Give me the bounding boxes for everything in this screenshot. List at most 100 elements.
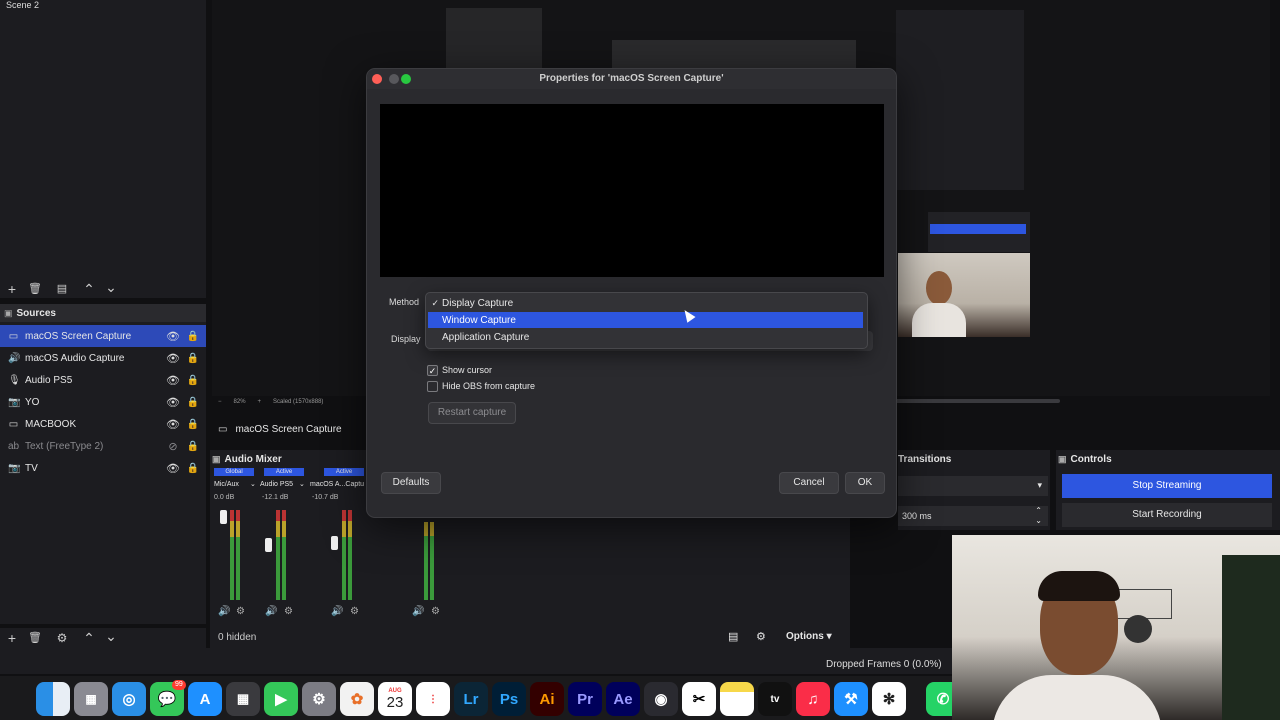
ok-button[interactable]: OK — [845, 472, 885, 494]
photos-icon[interactable]: ✿ — [340, 682, 374, 716]
calculator-icon[interactable]: ▦ — [226, 682, 260, 716]
layout-icon[interactable]: ▤ — [728, 630, 738, 643]
preview-controls-thumb — [928, 212, 1030, 252]
gear-link-icon[interactable]: ⚙ — [756, 630, 766, 643]
hide-obs-checkbox[interactable] — [427, 381, 438, 392]
eye-icon[interactable]: 👁 — [166, 462, 180, 475]
premiere-icon[interactable]: Pr — [568, 682, 602, 716]
music-icon[interactable]: ♫ — [796, 682, 830, 716]
transition-select[interactable]: ▾ — [898, 476, 1048, 496]
defaults-button[interactable]: Defaults — [381, 472, 441, 494]
hide-obs-label: Hide OBS from capture — [442, 381, 536, 391]
sources-toolbar: + 🗑 ⚙ ⌃ ⌄ — [0, 628, 206, 648]
davinci-resolve-icon[interactable]: ◉ — [644, 682, 678, 716]
source-item-macbook[interactable]: ▭ MACBOOK 👁 🔒 — [0, 413, 206, 435]
scene-item[interactable]: Scene 2 — [6, 0, 39, 10]
capcut-icon[interactable]: ✂ — [682, 682, 716, 716]
method-dropdown-menu: ✓ Display Capture Window Capture Applica… — [425, 292, 868, 349]
chatgpt-icon[interactable]: ✻ — [872, 682, 906, 716]
menu-item-window-capture[interactable]: Window Capture — [428, 312, 863, 328]
gear-icon[interactable]: ⚙ — [52, 628, 72, 648]
eye-icon[interactable]: 👁 — [166, 374, 180, 387]
chevron-up-icon[interactable]: ⌃ — [79, 628, 99, 648]
source-item-macos-screen-capture[interactable]: ▭ macOS Screen Capture 👁 🔒 — [0, 325, 206, 347]
calendar-icon[interactable]: AUG 23 — [378, 682, 412, 716]
lock-icon[interactable]: 🔒 — [186, 441, 200, 452]
source-item-audio-ps5[interactable]: 🎙 Audio PS5 👁 🔒 — [0, 369, 206, 391]
after-effects-icon[interactable]: Ae — [606, 682, 640, 716]
chevron-up-icon[interactable]: ⌃ — [79, 279, 99, 299]
webcam-overlay — [952, 535, 1280, 720]
volume-slider-handle[interactable] — [220, 510, 227, 524]
app-store-icon[interactable]: A — [188, 682, 222, 716]
source-item-yo[interactable]: 📷 YO 👁 🔒 — [0, 391, 206, 413]
volume-slider-handle[interactable] — [331, 536, 338, 550]
add-icon[interactable]: + — [2, 279, 22, 299]
xcode-icon[interactable]: ⚒ — [834, 682, 868, 716]
speaker-icon[interactable]: 🔊 — [218, 606, 230, 617]
stepper-icon[interactable]: ⌃ ⌄ — [1035, 506, 1042, 526]
apple-tv-icon[interactable]: tv — [758, 682, 792, 716]
chevron-down-icon[interactable]: ⌄ — [101, 277, 121, 297]
panel-icon: ▣ — [4, 307, 13, 318]
trash-icon[interactable]: 🗑 — [25, 628, 45, 648]
source-bar: ▭ macOS Screen Capture — [212, 420, 372, 438]
reminders-icon[interactable]: ⋮ — [416, 682, 450, 716]
system-settings-icon[interactable]: ⚙ — [302, 682, 336, 716]
show-cursor-label: Show cursor — [442, 365, 493, 375]
speaker-icon[interactable]: 🔊 — [331, 606, 343, 617]
eye-icon[interactable]: 👁 — [166, 396, 180, 409]
eye-icon[interactable]: 👁 — [166, 330, 180, 343]
lock-icon[interactable]: 🔒 — [186, 397, 200, 408]
restart-capture-button[interactable]: Restart capture — [428, 402, 516, 424]
gear-icon[interactable]: ⚙ — [284, 606, 293, 617]
sources-title: Sources — [16, 307, 56, 319]
filter-icon[interactable]: ▤ — [52, 279, 72, 299]
source-item-macos-audio-capture[interactable]: 🔊 macOS Audio Capture 👁 🔒 — [0, 347, 206, 369]
source-item-text[interactable]: ab Text (FreeType 2) ⊘ 🔒 — [0, 435, 206, 457]
cancel-button[interactable]: Cancel — [779, 472, 839, 494]
show-cursor-checkbox[interactable]: ✓ — [427, 365, 438, 376]
stop-streaming-button[interactable]: Stop Streaming — [1062, 474, 1272, 498]
panel-icon: ▣ — [212, 453, 221, 464]
transition-duration[interactable]: 300 ms ⌃ ⌄ — [898, 506, 1048, 526]
lock-icon[interactable]: 🔒 — [186, 375, 200, 386]
start-recording-button[interactable]: Start Recording — [1062, 503, 1272, 527]
options-button[interactable]: Options ▾ — [786, 631, 832, 642]
source-item-tv[interactable]: 📷 TV 👁 🔒 — [0, 457, 206, 479]
finder-icon[interactable] — [36, 682, 70, 716]
chevron-down-icon[interactable]: ⌄ — [101, 626, 121, 646]
mixer-channel-name: Audio PS5 — [260, 481, 294, 488]
gear-icon[interactable]: ⚙ — [431, 606, 440, 617]
gear-icon[interactable]: ⚙ — [350, 606, 359, 617]
launchpad-icon[interactable]: ▦ — [74, 682, 108, 716]
lightroom-icon[interactable]: Lr — [454, 682, 488, 716]
add-icon[interactable]: + — [2, 628, 22, 648]
duration-value: 300 ms — [902, 511, 932, 521]
chevron-down-icon[interactable]: ⌄ — [299, 480, 305, 488]
menu-item-application-capture[interactable]: Application Capture — [428, 329, 863, 345]
source-label: TV — [25, 462, 38, 474]
gear-icon[interactable]: ⚙ — [236, 606, 245, 617]
lock-icon[interactable]: 🔒 — [186, 353, 200, 364]
eye-slash-icon[interactable]: ⊘ — [166, 440, 180, 453]
trash-icon[interactable]: 🗑 — [25, 279, 45, 299]
photoshop-icon[interactable]: Ps — [492, 682, 526, 716]
speaker-icon[interactable]: 🔊 — [412, 606, 424, 617]
safari-icon[interactable]: ◎ — [112, 682, 146, 716]
chevron-down-icon[interactable]: ⌄ — [250, 480, 256, 488]
lock-icon[interactable]: 🔒 — [186, 331, 200, 342]
eye-icon[interactable]: 👁 — [166, 418, 180, 431]
speaker-icon[interactable]: 🔊 — [265, 606, 277, 617]
lock-icon[interactable]: 🔒 — [186, 463, 200, 474]
zoom-in-icon[interactable]: + — [258, 399, 262, 405]
lock-icon[interactable]: 🔒 — [186, 419, 200, 430]
zoom-out-icon[interactable]: − — [218, 399, 222, 405]
illustrator-icon[interactable]: Ai — [530, 682, 564, 716]
menu-item-display-capture[interactable]: ✓ Display Capture — [428, 295, 863, 311]
volume-slider-handle[interactable] — [265, 538, 272, 552]
facetime-icon[interactable]: ▶ — [264, 682, 298, 716]
eye-icon[interactable]: 👁 — [166, 352, 180, 365]
notes-icon[interactable] — [720, 682, 754, 716]
webcam-thumbnail — [898, 253, 1030, 337]
